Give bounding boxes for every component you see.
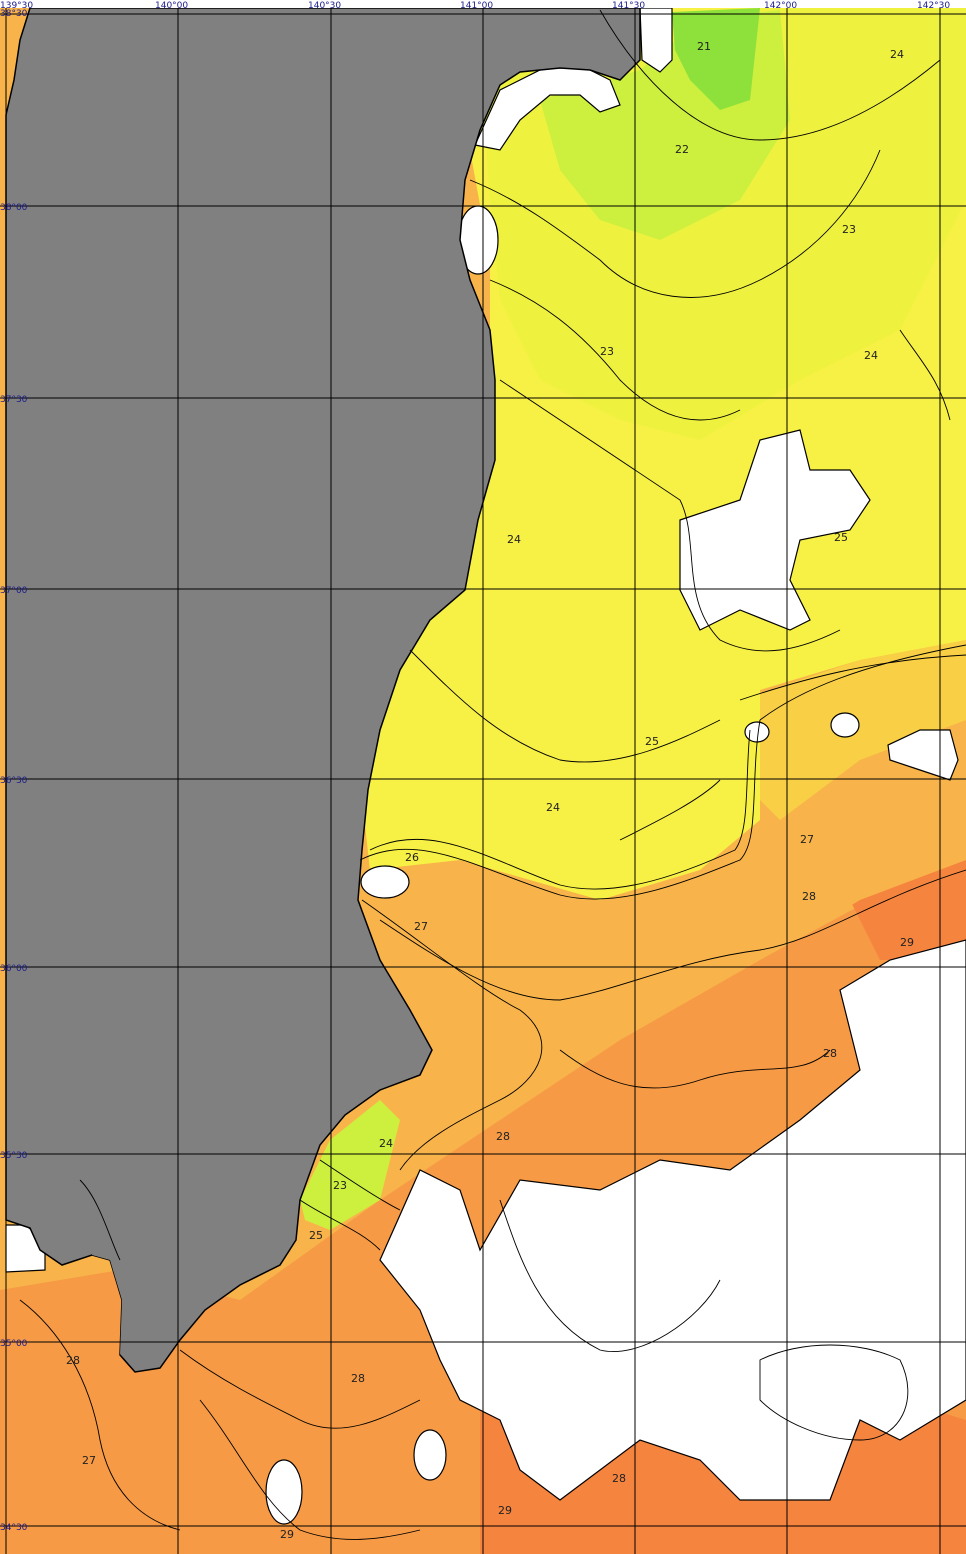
lon-label: 140°00 <box>155 1 188 11</box>
lon-label: 141°00 <box>460 1 493 11</box>
isotherm-label: 25 <box>645 735 659 748</box>
lon-label: 141°30 <box>612 1 645 11</box>
isotherm-label: 29 <box>280 1528 294 1541</box>
isotherm-label: 28 <box>351 1372 365 1385</box>
lat-label: 38°30 <box>0 9 28 19</box>
isotherm-label: 27 <box>82 1454 96 1467</box>
isotherm-label: 28 <box>823 1047 837 1060</box>
isotherm-label: 24 <box>379 1137 393 1150</box>
lat-label: 37°00 <box>0 586 28 596</box>
lat-label: 35°00 <box>0 1339 28 1349</box>
isotherm-label: 21 <box>697 40 711 53</box>
isotherm-label: 26 <box>405 851 419 864</box>
isotherm-label: 25 <box>309 1229 323 1242</box>
lat-label: 37°30 <box>0 395 28 405</box>
sea-surface-temperature-map: 139°30 140°00 140°30 141°00 141°30 142°0… <box>0 0 966 1554</box>
isotherm-label: 24 <box>507 533 521 546</box>
lon-label: 140°30 <box>308 1 341 11</box>
lat-label: 34°30 <box>0 1523 28 1533</box>
lon-label: 142°00 <box>764 1 797 11</box>
isotherm-label: 24 <box>864 349 878 362</box>
isotherm-label: 29 <box>900 936 914 949</box>
lat-label: 36°30 <box>0 776 28 786</box>
isotherm-label: 29 <box>498 1504 512 1517</box>
isotherm-label: 23 <box>600 345 614 358</box>
lat-label: 36°00 <box>0 964 28 974</box>
isotherm-label: 28 <box>66 1354 80 1367</box>
isotherm-label: 28 <box>802 890 816 903</box>
isotherm-label: 27 <box>800 833 814 846</box>
isotherm-label: 23 <box>333 1179 347 1192</box>
lon-label: 142°30 <box>917 1 950 11</box>
isotherm-label: 28 <box>612 1472 626 1485</box>
isotherm-label: 23 <box>842 223 856 236</box>
isotherm-label: 25 <box>834 531 848 544</box>
lat-label: 35°30 <box>0 1151 28 1161</box>
isotherm-label: 22 <box>675 143 689 156</box>
isotherm-label: 24 <box>890 48 904 61</box>
isotherm-label: 27 <box>414 920 428 933</box>
lat-label: 38°00 <box>0 203 28 213</box>
isotherm-label: 28 <box>496 1130 510 1143</box>
isotherm-label: 24 <box>546 801 560 814</box>
